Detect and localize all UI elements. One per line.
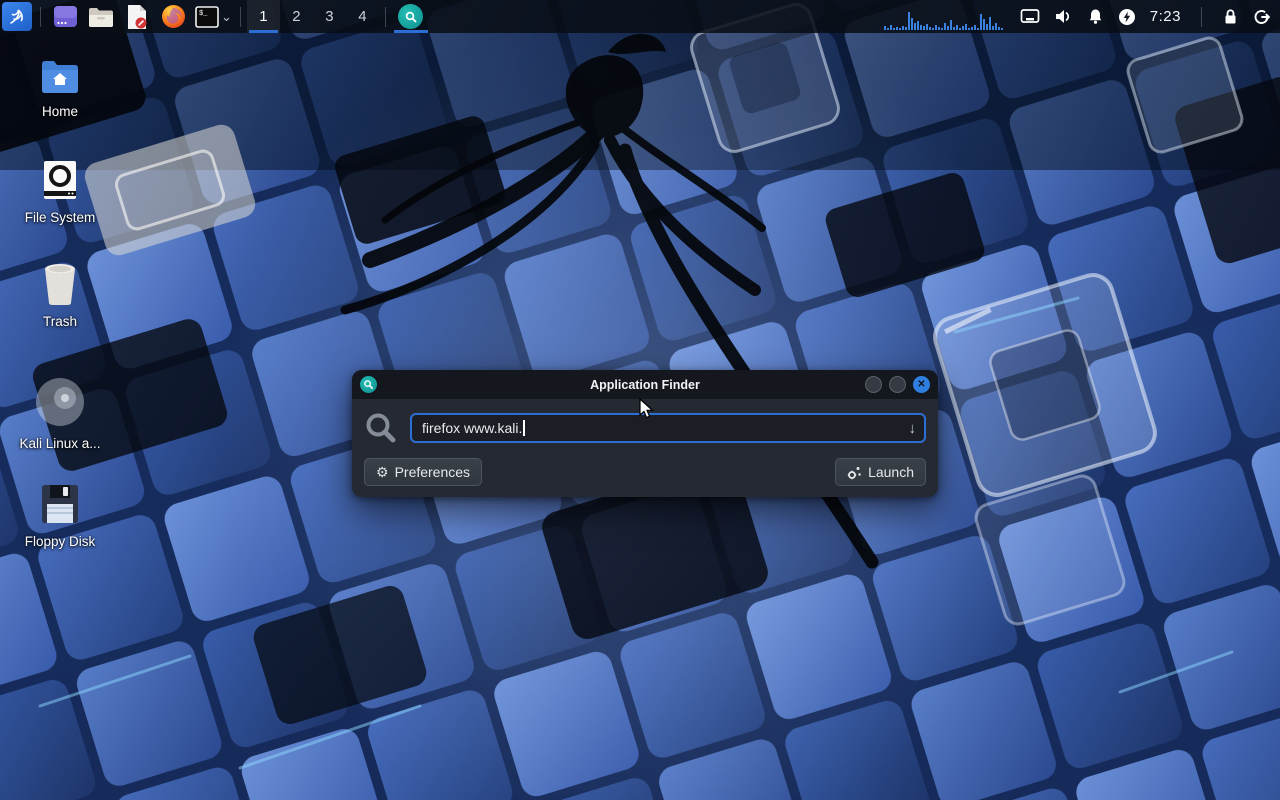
dropdown-arrow-icon[interactable]: ↓ (909, 420, 917, 437)
search-icon-large (364, 411, 398, 445)
chevron-down-icon[interactable]: ⌄ (221, 10, 232, 23)
power-battery-icon (1118, 8, 1136, 26)
panel-separator (1201, 7, 1202, 27)
folder-icon (88, 6, 114, 28)
desktop-icon-trash[interactable]: Trash (12, 262, 108, 329)
purple-app-icon (53, 4, 78, 29)
terminal-glyph: $_ (199, 10, 208, 18)
mouse-cursor (636, 398, 656, 420)
text-caret (523, 420, 525, 436)
workspace-button-4[interactable]: 4 (346, 0, 379, 33)
top-panel: $_ ⌄ 1 2 3 4 (0, 0, 1280, 33)
ethernet-icon (1020, 8, 1040, 25)
terminal-icon: $_ (195, 6, 219, 28)
kali-dragon-icon (6, 6, 28, 28)
workspace-button-2[interactable]: 2 (280, 0, 313, 33)
desktop-icon-label: Kali Linux a... (19, 436, 100, 451)
search-input[interactable]: firefox www.kali. ↓ (410, 413, 926, 443)
window-title: Application Finder (352, 378, 938, 392)
window-titlebar[interactable]: Application Finder ✕ (352, 370, 938, 399)
panel-separator (240, 7, 241, 27)
desktop-icon-label: Trash (43, 314, 77, 329)
firefox-icon (161, 4, 186, 29)
application-finder-task-icon (398, 4, 423, 29)
volume-tray-icon[interactable] (1054, 8, 1073, 25)
minimize-button[interactable] (865, 376, 882, 393)
gear-icon: ⚙ (376, 465, 389, 479)
firefox-launcher[interactable] (158, 2, 188, 32)
close-icon: ✕ (917, 380, 925, 390)
active-workspace-indicator (249, 30, 278, 33)
desktop-icon-kali-linux[interactable]: Kali Linux a... (12, 376, 108, 451)
workspace-button-1[interactable]: 1 (247, 0, 280, 33)
disc-icon (32, 376, 88, 428)
launch-button-label: Launch (868, 464, 914, 480)
speaker-icon (1054, 8, 1073, 25)
workspace-label: 3 (325, 8, 333, 25)
screen: $_ ⌄ 1 2 3 4 (0, 0, 1280, 800)
panel-separator (40, 7, 41, 27)
system-monitor-graph[interactable] (884, 4, 1006, 30)
workspace-button-3[interactable]: 3 (313, 0, 346, 33)
logout-icon (1253, 8, 1272, 26)
trash-can-icon (39, 262, 81, 306)
launch-icon (847, 465, 862, 480)
panel-right-section: 7:23 (884, 0, 1280, 33)
desktop-icon-label: File System (25, 210, 96, 225)
lock-screen-button[interactable] (1222, 8, 1239, 26)
taskbar-application-finder[interactable] (392, 0, 430, 33)
preferences-button-label: Preferences (395, 464, 470, 480)
search-icon (404, 10, 418, 24)
launch-button[interactable]: Launch (835, 458, 926, 486)
workspace-label: 2 (292, 8, 300, 25)
desktop-icon-file-system[interactable]: File System (12, 158, 108, 225)
clock[interactable]: 7:23 (1150, 8, 1181, 25)
close-button[interactable]: ✕ (913, 376, 930, 393)
network-tray-icon[interactable] (1020, 8, 1040, 25)
desktop-icon-label: Floppy Disk (25, 534, 96, 549)
home-folder-icon (38, 58, 82, 96)
maximize-button[interactable] (889, 376, 906, 393)
panel-separator (385, 7, 386, 27)
document-icon (125, 4, 149, 30)
bell-icon (1087, 8, 1104, 25)
terminal-launcher[interactable]: $_ (194, 2, 220, 32)
desktop-icon-floppy-disk[interactable]: Floppy Disk (12, 482, 108, 549)
floppy-disk-icon (38, 482, 82, 526)
desktop-icon-label: Home (42, 104, 78, 119)
desktop-icon-home[interactable]: Home (12, 58, 108, 119)
preferences-button[interactable]: ⚙ Preferences (364, 458, 482, 486)
hard-drive-icon (38, 158, 82, 202)
panel-left-section: $_ ⌄ 1 2 3 4 (0, 0, 430, 33)
application-finder-window: Application Finder ✕ firefox www.kali. ↓ (352, 370, 938, 497)
power-manager-tray-icon[interactable] (1118, 8, 1136, 26)
logout-button[interactable] (1253, 8, 1272, 26)
search-input-value: firefox www.kali. (422, 420, 522, 436)
app-launcher-purple[interactable] (50, 2, 80, 32)
text-editor-launcher[interactable] (122, 2, 152, 32)
active-task-indicator (394, 30, 428, 33)
file-manager-launcher[interactable] (86, 2, 116, 32)
applications-menu-button[interactable] (2, 2, 32, 31)
notifications-tray-icon[interactable] (1087, 8, 1104, 25)
lock-icon (1222, 8, 1239, 26)
workspace-label: 4 (358, 8, 366, 25)
workspace-label: 1 (259, 8, 267, 25)
